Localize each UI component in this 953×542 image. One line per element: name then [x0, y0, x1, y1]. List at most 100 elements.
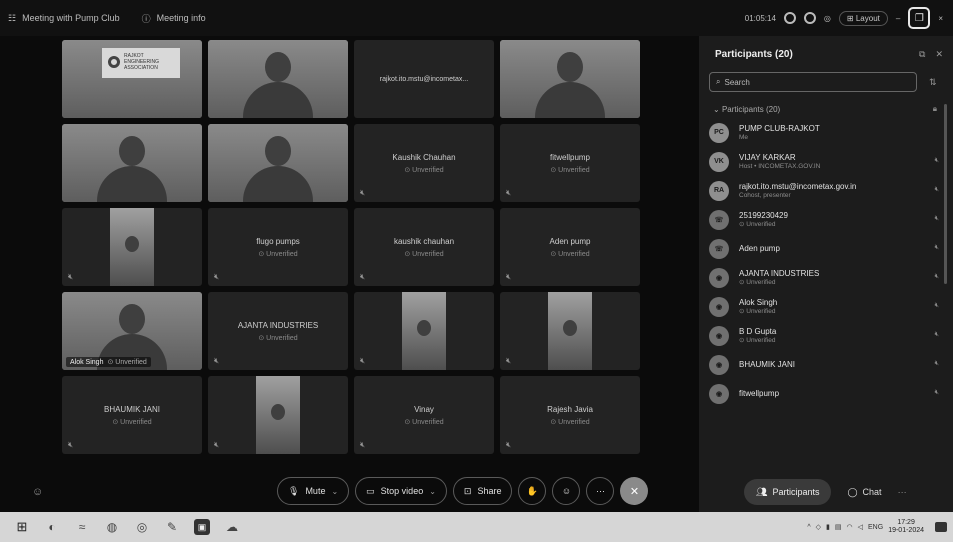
meeting-controls: ☺ 🎙 Mute ⌄ ▭ Stop video ⌄ ⊡ Share ✋ ☺ ⋯ … [0, 472, 700, 512]
participant-list-item[interactable]: ☏ Aden pump 🔇︎ [709, 234, 939, 263]
app-icon[interactable]: ◍ [104, 519, 120, 535]
muted-mic-icon[interactable]: 🔇︎ [935, 389, 939, 397]
video-tile[interactable]: flugo pumps ⊙ Unverified 🔇︎ [208, 208, 348, 286]
muted-mic-icon[interactable]: 🔇︎ [935, 244, 939, 252]
scrollbar[interactable] [944, 104, 947, 284]
pen-icon[interactable]: ✎ [164, 519, 180, 535]
muted-mic-icon: 🔇︎ [506, 356, 512, 365]
windows-start-icon[interactable]: ⊞ [14, 519, 30, 535]
participant-role: ⊙ Unverified [739, 307, 776, 315]
video-tile[interactable]: 🔇︎ [500, 292, 640, 370]
muted-mic-icon[interactable]: 🔇︎ [935, 157, 939, 165]
lock-icon[interactable]: 🔒︎ [933, 104, 937, 114]
muted-mic-icon[interactable]: 🔇︎ [935, 302, 939, 310]
panel-title: Participants (20) [715, 48, 793, 60]
security-icon[interactable] [783, 12, 796, 24]
muted-mic-icon[interactable]: 🔇︎ [935, 273, 939, 281]
participant-list-item[interactable]: PC PUMP CLUB-RAJKOT Me [709, 118, 939, 147]
banner-sign: RAJKOT ENGINEERING ASSOCIATION [102, 48, 180, 78]
close-icon: ✕ [629, 485, 640, 498]
avatar: ◉ [709, 383, 729, 404]
close-panel-icon[interactable]: ✕ [935, 49, 943, 60]
more-options-button[interactable]: ⋯ [586, 477, 615, 505]
video-tile[interactable]: Aden pump ⊙ Unverified 🔇︎ [500, 208, 640, 286]
video-tile[interactable]: Rajesh Javia ⊙ Unverified 🔇︎ [500, 376, 640, 454]
cloud-app-icon[interactable]: ☁ [224, 519, 240, 535]
unverified-status: ⊙ Unverified [112, 418, 152, 426]
wifi-app-icon[interactable]: ≈ [74, 519, 90, 535]
webex-app-icon[interactable]: ▣ [194, 519, 210, 535]
recording-icon[interactable] [803, 12, 816, 24]
participant-list-item[interactable]: VK VIJAY KARKAR Host • INCOMETAX.GOV.IN 🔇︎ [709, 147, 939, 176]
participant-list-item[interactable]: ◉ AJANTA INDUSTRIES ⊙ Unverified 🔇︎ [709, 263, 939, 292]
stop-video-button[interactable]: ▭ Stop video ⌄ [355, 477, 447, 505]
participant-list-item[interactable]: RA rajkot.ito.mstu@incometax.gov.in Cohost… [709, 176, 939, 205]
meeting-info-link[interactable]: Meeting info [157, 13, 206, 23]
video-tile[interactable]: RAJKOT ENGINEERING ASSOCIATION [62, 40, 202, 118]
participant-list-item[interactable]: ◉ Alok Singh ⊙ Unverified 🔇︎ [709, 292, 939, 321]
share-button[interactable]: ⊡ Share [452, 477, 513, 505]
participant-name: fitwellpump [549, 152, 590, 162]
chat-button[interactable]: ◯ Chat [841, 479, 887, 505]
minimize-button[interactable]: – [896, 14, 900, 23]
participant-list-item[interactable]: ◉ B D Gupta ⊙ Unverified 🔇︎ [709, 321, 939, 350]
participants-section-header[interactable]: ⌄ Participants (20) 🔒︎ [713, 104, 937, 114]
info-icon[interactable]: ⓘ [142, 12, 151, 25]
chevron-up-icon[interactable]: ^ [807, 524, 810, 531]
more-icon[interactable]: ⋯ [898, 487, 907, 498]
search-input[interactable]: ⌕ Search [709, 72, 917, 92]
smiley-icon: ☺ [561, 486, 572, 496]
language-label[interactable]: ENG [868, 524, 883, 531]
video-tile[interactable]: AJANTA INDUSTRIES ⊙ Unverified 🔇︎ [208, 292, 348, 370]
chevron-down-icon[interactable]: ⌄ [331, 487, 338, 496]
popout-icon[interactable]: ⧉ [919, 49, 925, 60]
sort-icon[interactable]: ⇅ [929, 77, 937, 88]
reactions-icon[interactable]: ☺ [32, 486, 43, 498]
chevron-down-icon[interactable]: ⌄ [429, 487, 436, 496]
video-tile[interactable]: Vinay ⊙ Unverified 🔇︎ [354, 376, 494, 454]
chrome-icon[interactable]: ◎ [134, 519, 150, 535]
muted-mic-icon[interactable]: 🔇︎ [935, 360, 939, 368]
video-tile[interactable] [208, 40, 348, 118]
muted-mic-icon: 🔇︎ [506, 188, 512, 197]
participant-name: PUMP CLUB-RAJKOT [739, 123, 820, 133]
muted-mic-icon: 🔇︎ [506, 440, 512, 449]
speaker-icon[interactable]: ◁ [858, 523, 863, 531]
video-tile[interactable]: 🔇︎ [62, 208, 202, 286]
muted-mic-icon[interactable]: 🔇︎ [935, 331, 939, 339]
mute-button[interactable]: 🎙 Mute ⌄ [277, 477, 350, 505]
tray-icon[interactable]: ◇ [816, 523, 821, 531]
end-call-button[interactable]: ✕ [620, 477, 649, 505]
browser-icon[interactable]: ◐ [44, 519, 60, 535]
network-icon[interactable]: ▤ [835, 523, 842, 531]
maximize-button[interactable]: ❐ [908, 7, 931, 29]
wifi-icon[interactable]: ◠ [847, 523, 853, 531]
video-tile[interactable]: 🔇︎ [208, 376, 348, 454]
participant-name: flugo pumps [256, 236, 300, 246]
video-tile[interactable] [62, 124, 202, 202]
participant-list-item[interactable]: ☏ 25199230429 ⊙ Unverified 🔇︎ [709, 205, 939, 234]
video-tile[interactable]: BHAUMIK JANI ⊙ Unverified 🔇︎ [62, 376, 202, 454]
video-tile[interactable] [208, 124, 348, 202]
search-meeting-icon[interactable]: ◎ [824, 14, 831, 23]
video-tile[interactable]: 🔇︎ [354, 292, 494, 370]
video-tile[interactable]: rajkot.ito.mstu@incometax... [354, 40, 494, 118]
video-tile[interactable]: kaushik chauhan ⊙ Unverified 🔇︎ [354, 208, 494, 286]
reactions-button[interactable]: ☺ [552, 477, 581, 505]
video-tile[interactable]: Alok Singh ⊙ Unverified [62, 292, 202, 370]
video-tile[interactable]: Kaushik Chauhan ⊙ Unverified 🔇︎ [354, 124, 494, 202]
layout-button[interactable]: ⊞ Layout [838, 10, 888, 26]
muted-mic-icon[interactable]: 🔇︎ [935, 186, 939, 194]
video-tile[interactable] [500, 40, 640, 118]
clock[interactable]: 17:29 19-01-2024 [888, 519, 924, 535]
participants-button[interactable]: 👥︎ Participants [744, 479, 832, 505]
battery-icon[interactable]: ▮ [826, 523, 830, 531]
close-button[interactable]: × [938, 14, 943, 23]
participant-list-item[interactable]: ◉ BHAUMIK JANI 🔇︎ [709, 350, 939, 379]
muted-mic-icon[interactable]: 🔇︎ [935, 215, 939, 223]
raise-hand-button[interactable]: ✋ [518, 477, 547, 505]
notification-icon[interactable] [935, 522, 947, 532]
participant-list-item[interactable]: ◉ fitwellpump 🔇︎ [709, 379, 939, 408]
more-icon: ⋯ [595, 485, 605, 496]
video-tile[interactable]: fitwellpump ⊙ Unverified 🔇︎ [500, 124, 640, 202]
